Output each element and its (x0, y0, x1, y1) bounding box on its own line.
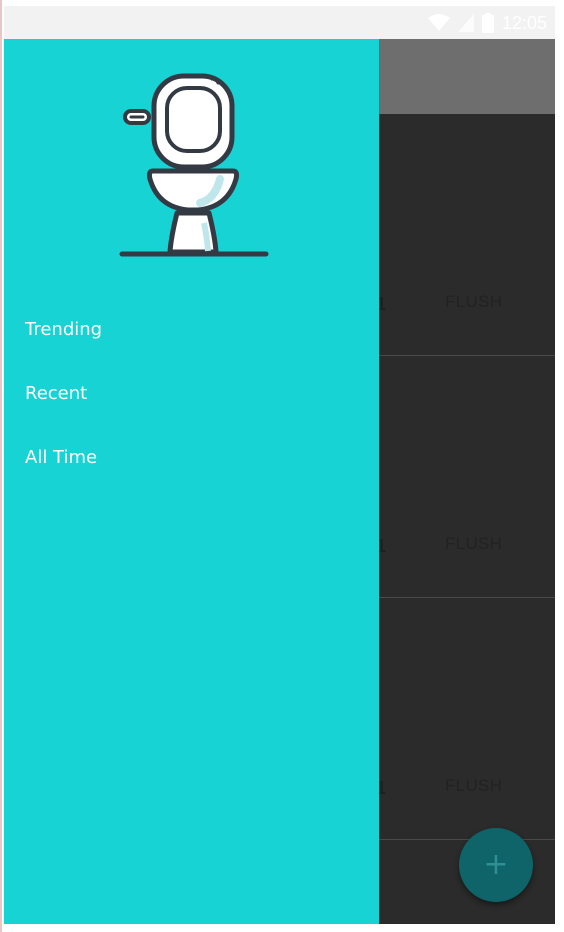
flush-button[interactable]: FLUSH (445, 776, 502, 796)
signal-icon (457, 14, 474, 32)
menu-item-trending[interactable]: Trending (4, 297, 379, 361)
menu-item-all-time[interactable]: All Time (4, 425, 379, 489)
phone-screen: 12:05 1 FLUSH 1 FLUSH 1 FLUSH + Trending… (4, 6, 555, 924)
window-edge (0, 0, 2, 932)
navigation-drawer: Trending Recent All Time (4, 39, 379, 924)
flush-button[interactable]: FLUSH (445, 534, 502, 554)
status-icons: 12:05 (427, 12, 547, 34)
toilet-icon (119, 73, 269, 257)
wifi-icon (427, 14, 450, 31)
add-post-fab[interactable]: + (459, 828, 533, 902)
status-bar: 12:05 (4, 6, 555, 39)
plus-icon: + (483, 847, 509, 882)
battery-icon (481, 13, 494, 33)
drawer-menu: Trending Recent All Time (4, 297, 379, 489)
menu-item-recent[interactable]: Recent (4, 361, 379, 425)
flush-button[interactable]: FLUSH (445, 292, 502, 312)
status-time: 12:05 (501, 12, 547, 33)
